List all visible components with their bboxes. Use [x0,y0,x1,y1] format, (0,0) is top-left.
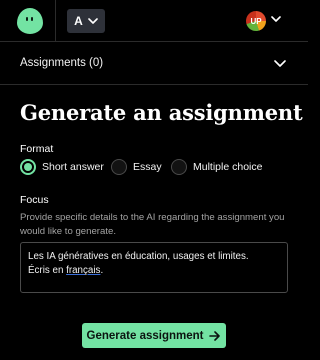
assignments-bar[interactable]: Assignments (0) [0,43,308,85]
logo-area [0,0,56,42]
format-option-label: Essay [133,161,162,173]
focus-textarea[interactable]: Les IA génératives en éducation, usages … [20,242,288,293]
format-option-essay[interactable]: Essay [111,159,162,175]
language-label: A [74,14,83,28]
arrow-right-icon [209,330,221,341]
chevron-down-icon[interactable] [271,16,281,22]
avatar-initials: UP [250,16,262,26]
generate-button-label: Generate assignment [86,329,204,342]
focus-text-suffix: . [100,265,104,276]
focus-label: Focus [20,194,49,206]
user-avatar[interactable]: UP [246,11,266,31]
format-option-label: Short answer [42,161,104,173]
format-option-multiple-choice[interactable]: Multiple choice [171,159,262,175]
focus-text-prefix: Écris en [28,265,67,276]
focus-help-text: Provide specific details to the AI regar… [20,212,285,237]
top-bar: A UP [0,0,308,42]
spellcheck-word: français [66,265,101,276]
format-option-short-answer[interactable]: Short answer [20,159,104,175]
chevron-down-icon[interactable] [274,60,286,67]
language-selector[interactable]: A [67,9,105,33]
page-title: Generate an assignment [20,100,303,125]
generate-assignment-button[interactable]: Generate assignment [82,323,226,348]
focus-text-line-2: Écris en français. [28,264,280,278]
format-label: Format [20,143,54,155]
format-option-label: Multiple choice [193,161,263,173]
chevron-down-icon [88,18,98,24]
radio-unselected[interactable] [171,159,187,175]
app-logo[interactable] [17,8,43,34]
focus-text-line-1: Les IA génératives en éducation, usages … [28,251,249,262]
radio-selected[interactable] [20,159,36,175]
radio-unselected[interactable] [111,159,127,175]
assignments-label: Assignments (0) [20,57,104,69]
